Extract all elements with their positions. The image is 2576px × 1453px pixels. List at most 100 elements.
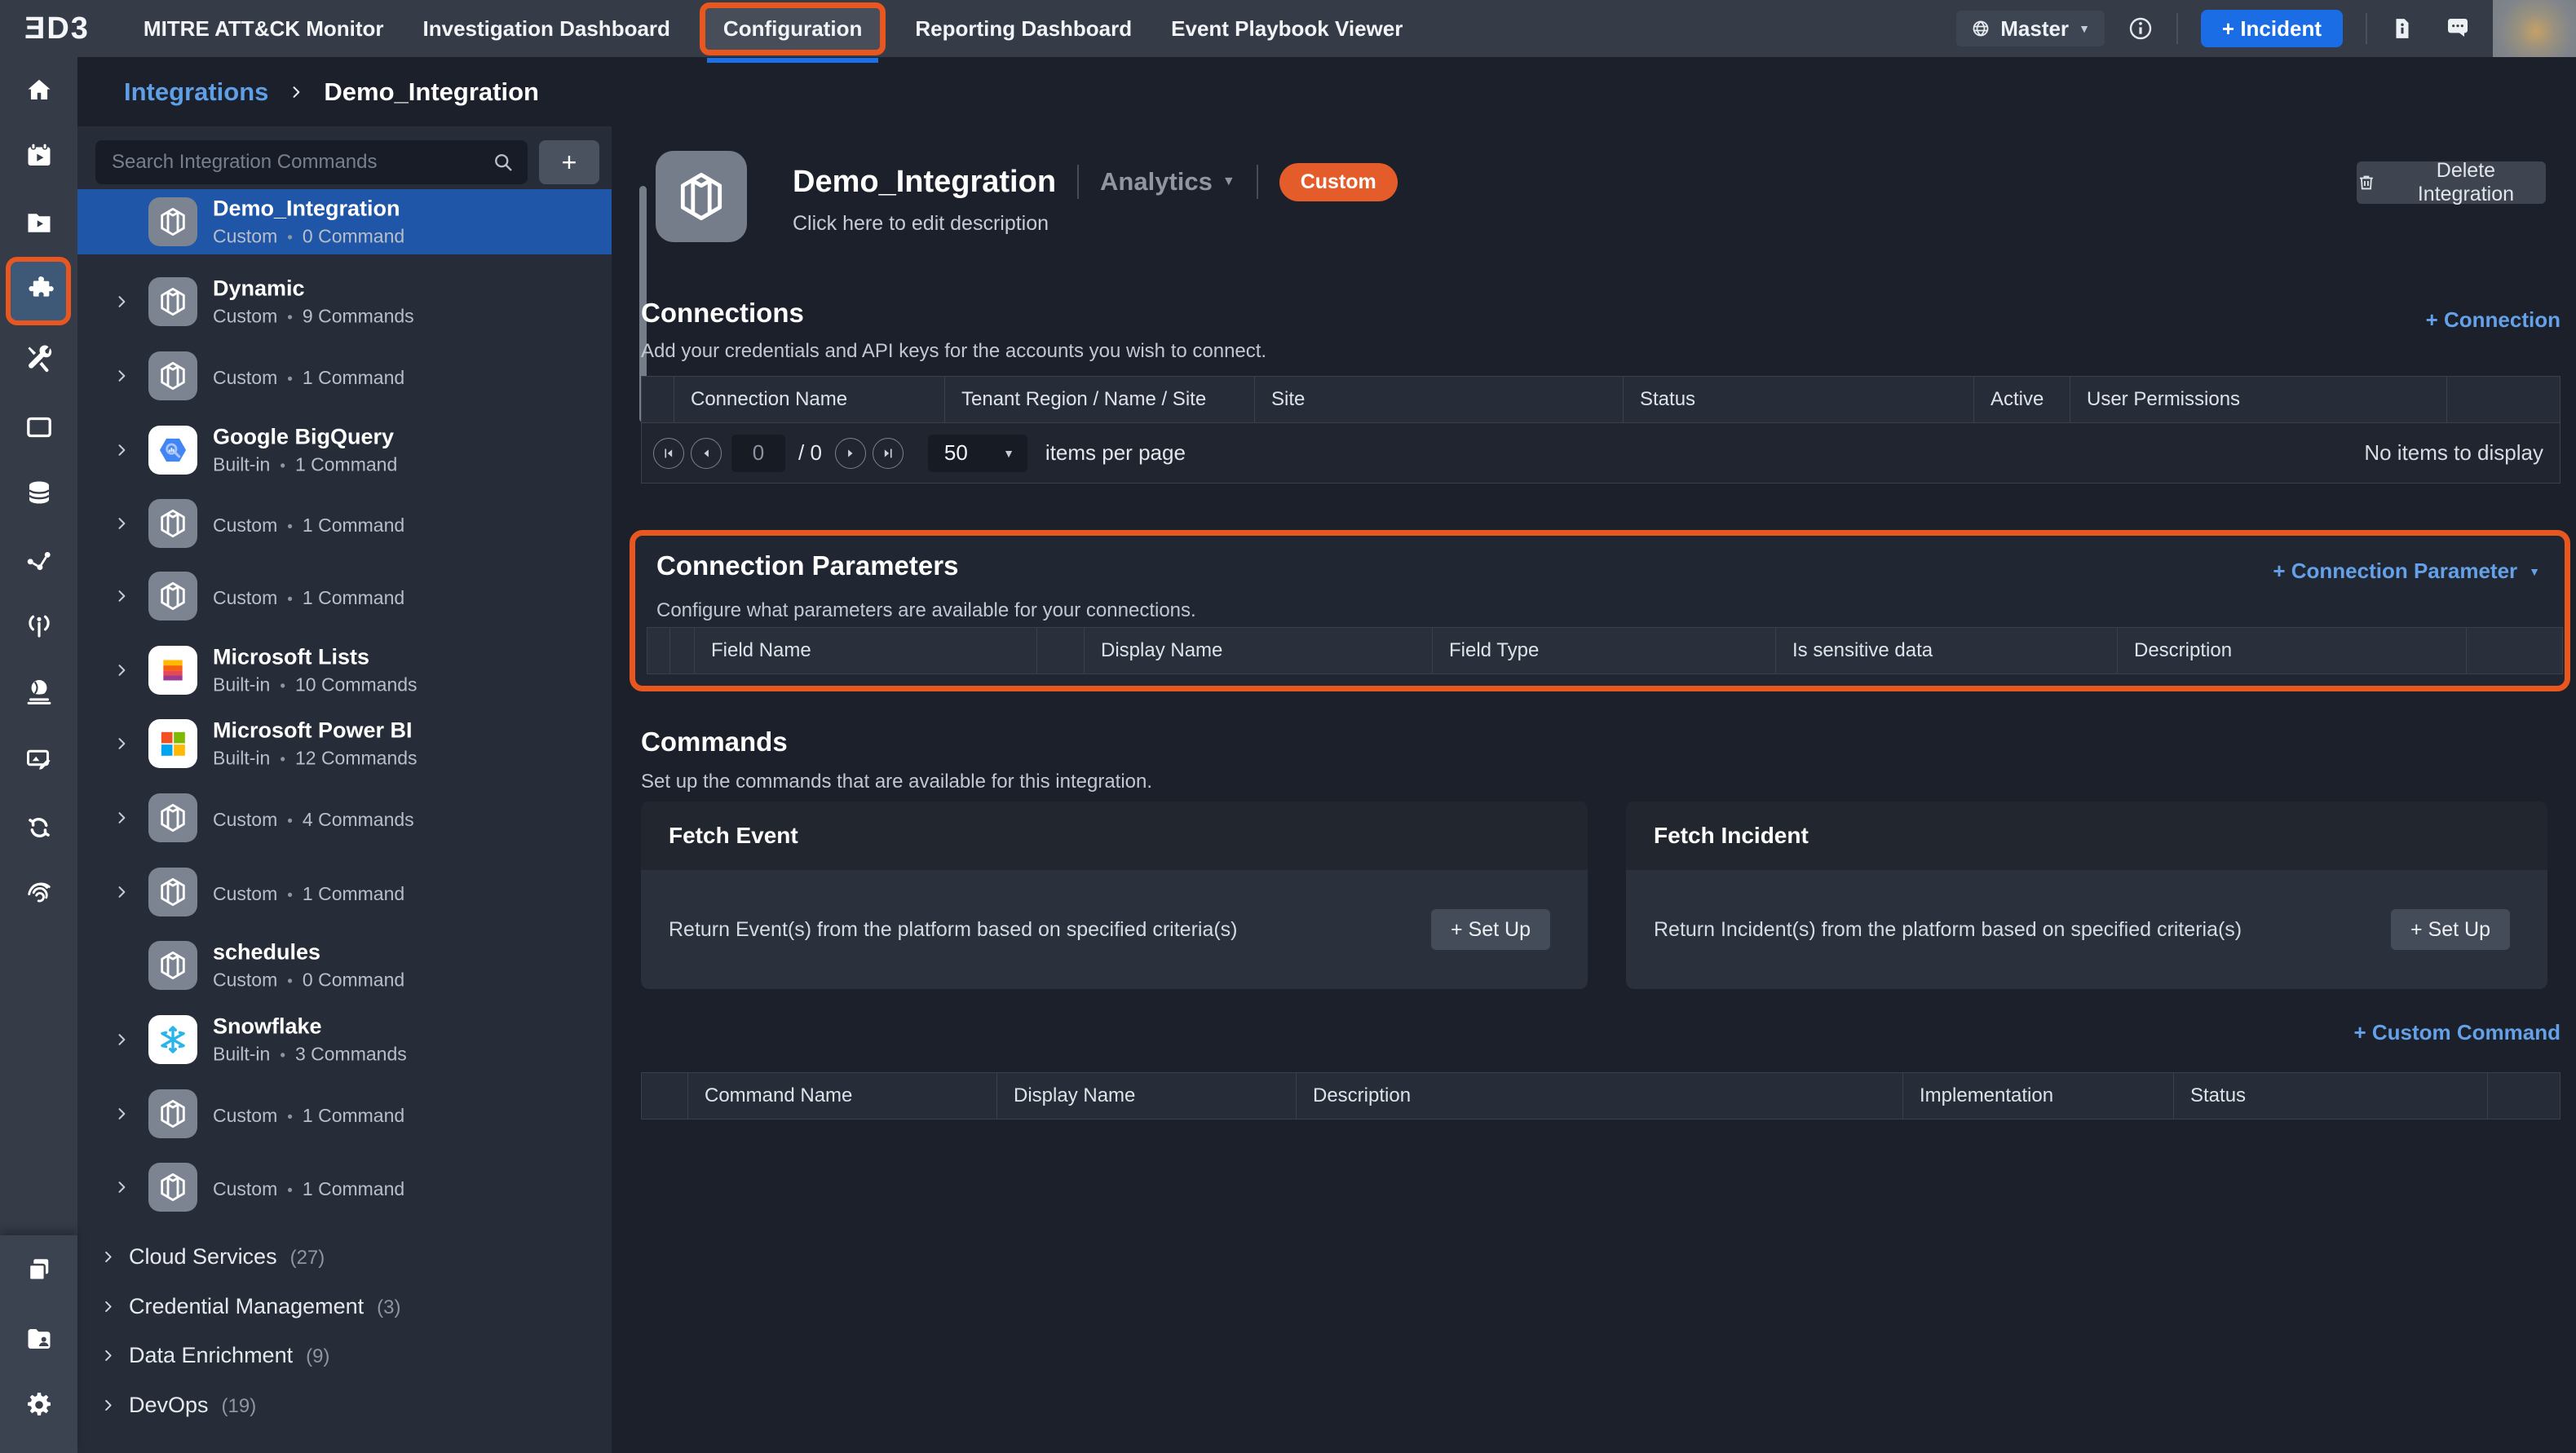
page-size-select[interactable]: 50 ▼ <box>928 435 1027 472</box>
fetch-incident-setup-button[interactable]: + Set Up <box>2391 909 2510 950</box>
nav-item-event-playbook-viewer[interactable]: Event Playbook Viewer <box>1151 16 1422 42</box>
column-header-connection-name: Connection Name <box>674 377 945 422</box>
commands-title: Commands <box>641 726 788 757</box>
version-dropdown[interactable]: Analytics ▼ <box>1100 167 1235 197</box>
add-connection-link[interactable]: + Connection <box>2426 307 2561 333</box>
list-item-microsoft-power-bi[interactable]: Microsoft Power BIBuilt-in•12 Commands <box>77 711 612 776</box>
new-incident-button[interactable]: + Incident <box>2201 10 2343 47</box>
prev-page-button[interactable] <box>691 438 722 469</box>
chevron-right-icon[interactable] <box>113 442 130 458</box>
chevron-right-icon[interactable] <box>113 810 130 826</box>
nav-item-mitre-att-ck-monitor[interactable]: MITRE ATT&CK Monitor <box>124 16 404 42</box>
connection-parameters-subtitle: Configure what parameters are available … <box>656 599 1196 622</box>
description-placeholder[interactable]: Click here to edit description <box>793 212 1049 236</box>
column-header-empty <box>2447 377 2560 422</box>
sidebar-item-data[interactable] <box>0 475 77 510</box>
snowflake-icon <box>148 1015 197 1064</box>
sidebar-item-fingerprint[interactable] <box>0 876 77 912</box>
sidebar-item-globe[interactable] <box>0 674 77 709</box>
sidebar-item-sync[interactable] <box>0 810 77 846</box>
sidebar-item-playbook[interactable] <box>0 204 77 240</box>
delete-integration-button[interactable]: Delete Integration <box>2357 161 2546 204</box>
divider <box>1077 165 1079 199</box>
info-icon[interactable] <box>2128 15 2154 42</box>
sidebar-item-integrations[interactable] <box>0 270 77 306</box>
column-header-active: Active <box>1974 377 2070 422</box>
connections-title: Connections <box>641 298 804 329</box>
chevron-right-icon[interactable] <box>113 368 130 384</box>
column-header-empty <box>2488 1073 2560 1119</box>
chevron-right-icon[interactable] <box>113 294 130 310</box>
list-item-redacted[interactable]: Custom•1 Command <box>77 491 612 556</box>
list-item-snowflake[interactable]: SnowflakeBuilt-in•3 Commands <box>77 1007 612 1072</box>
integration-meta: Custom•1 Command <box>213 1178 404 1200</box>
list-item-redacted[interactable]: Custom•1 Command <box>77 1155 612 1220</box>
sidebar-item-window[interactable] <box>0 409 77 445</box>
chat-icon[interactable] <box>2444 15 2472 42</box>
chevron-right-icon[interactable] <box>113 662 130 678</box>
integration-meta: Custom•0 Command <box>213 226 404 248</box>
chevron-right-icon[interactable] <box>113 515 130 532</box>
list-item-demo-integration[interactable]: Demo_IntegrationCustom•0 Command <box>77 189 612 254</box>
chevron-right-icon <box>100 1398 116 1413</box>
sidebar-item-folder-user[interactable] <box>0 1321 77 1357</box>
list-item-microsoft-lists[interactable]: Microsoft ListsBuilt-in•10 Commands <box>77 638 612 703</box>
column-header-empty <box>647 628 670 674</box>
divider <box>2366 13 2367 44</box>
next-page-button[interactable] <box>835 438 866 469</box>
fetch-event-card: Fetch Event Return Event(s) from the pla… <box>641 802 1588 989</box>
broadcast-icon <box>24 612 54 641</box>
nav-item-reporting-dashboard[interactable]: Reporting Dashboard <box>895 16 1151 42</box>
release-notes-icon[interactable] <box>2390 15 2415 42</box>
category-data-enrichment[interactable]: Data Enrichment(9) <box>77 1335 612 1376</box>
chevron-right-icon <box>100 1299 116 1314</box>
cube-icon <box>148 351 197 400</box>
copy-icon <box>24 1255 54 1284</box>
list-item-redacted[interactable]: Custom•1 Command <box>77 1081 612 1146</box>
page-number-input[interactable] <box>731 435 785 472</box>
add-integration-button[interactable]: + <box>539 140 599 184</box>
list-item-redacted[interactable]: Custom•1 Command <box>77 343 612 409</box>
sidebar-item-share[interactable] <box>0 542 77 578</box>
list-item-redacted[interactable]: Custom•4 Commands <box>77 785 612 850</box>
search-icon <box>492 151 515 174</box>
chevron-right-icon[interactable] <box>113 588 130 604</box>
add-connection-parameter-link[interactable]: + Connection Parameter ▼ <box>2273 559 2540 584</box>
last-page-button[interactable] <box>873 438 904 469</box>
sidebar-item-report[interactable] <box>0 741 77 777</box>
breadcrumb-integrations-link[interactable]: Integrations <box>124 77 268 107</box>
sidebar-item-broadcast[interactable] <box>0 608 77 644</box>
avatar[interactable] <box>2493 0 2576 57</box>
sync-icon <box>24 813 54 842</box>
chevron-right-icon[interactable] <box>113 1179 130 1195</box>
fingerprint-icon <box>24 879 54 908</box>
nav-item-configuration[interactable]: Configuration <box>705 8 880 50</box>
sidebar-item-schedule[interactable] <box>0 138 77 174</box>
last-page-icon <box>880 445 896 462</box>
site-selector-dropdown[interactable]: Master ▼ <box>1956 11 2105 46</box>
category-devops[interactable]: DevOps(19) <box>77 1385 612 1425</box>
category-credential-management[interactable]: Credential Management(3) <box>77 1286 612 1327</box>
search-input[interactable] <box>95 140 528 184</box>
first-page-button[interactable] <box>653 438 684 469</box>
list-item-google-bigquery[interactable]: Google BigQueryBuilt-in•1 Command <box>77 417 612 483</box>
sidebar-item-settings[interactable] <box>0 1387 77 1423</box>
sidebar-item-utility[interactable] <box>0 340 77 376</box>
chevron-right-icon[interactable] <box>113 735 130 752</box>
add-custom-command-link[interactable]: + Custom Command <box>2353 1020 2561 1045</box>
chevron-right-icon[interactable] <box>113 1106 130 1122</box>
chevron-right-icon[interactable] <box>113 884 130 900</box>
category-cloud-services[interactable]: Cloud Services(27) <box>77 1236 612 1277</box>
playbook-icon <box>24 207 54 236</box>
list-item-dynamic[interactable]: DynamicCustom•9 Commands <box>77 269 612 334</box>
fetch-event-setup-button[interactable]: + Set Up <box>1431 909 1550 950</box>
nav-item-investigation-dashboard[interactable]: Investigation Dashboard <box>404 16 690 42</box>
list-item-redacted[interactable]: Custom•1 Command <box>77 859 612 925</box>
sidebar-item-home[interactable] <box>0 73 77 108</box>
search-box <box>95 140 528 184</box>
sidebar-item-copy[interactable] <box>0 1252 77 1287</box>
cube-icon <box>674 169 729 224</box>
list-item-schedules[interactable]: schedulesCustom•0 Command <box>77 933 612 998</box>
list-item-redacted[interactable]: Custom•1 Command <box>77 563 612 629</box>
chevron-right-icon[interactable] <box>113 1031 130 1048</box>
